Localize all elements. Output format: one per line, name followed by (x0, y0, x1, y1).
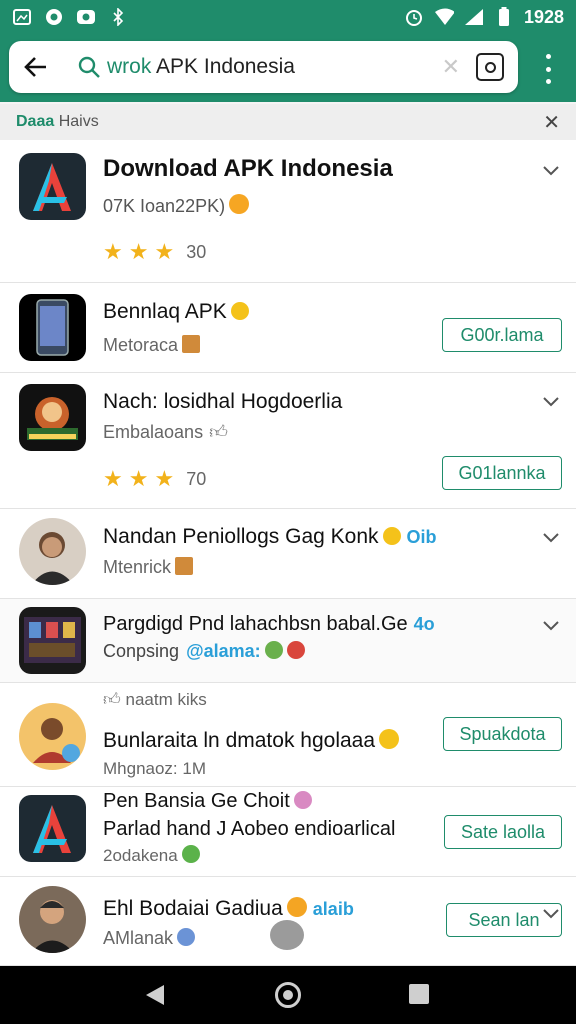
chevron-down-icon[interactable] (542, 162, 560, 180)
list-item[interactable]: Pargdigd Pnd lahachbsn babal.Ge 4o Conpsi… (0, 599, 576, 683)
app-icon (19, 703, 86, 770)
signal-icon (464, 8, 484, 26)
camera-notification-icon (76, 8, 96, 26)
emoji-icon (293, 791, 312, 809)
record-notification-icon (44, 8, 64, 26)
app-icon (19, 384, 86, 451)
battery-icon (494, 7, 514, 26)
nav-recents-icon[interactable] (409, 984, 429, 1004)
search-bar[interactable]: wrok APK Indonesia ✕ (9, 41, 518, 93)
emoji-icon (175, 557, 194, 575)
action-button[interactable]: G00r.lama (442, 318, 562, 352)
star-icon: ★ (128, 239, 149, 264)
clock: 1928 (523, 6, 564, 27)
nav-back-icon[interactable] (146, 985, 164, 1005)
list-item[interactable]: Download APK Indonesia 07K Ioan22PK) ★ ★ ★… (0, 140, 576, 283)
app-subtitle: Mhgnaoz: 1M (103, 759, 206, 778)
thumbs-up-icon: 👍︎ (209, 422, 228, 442)
floating-action-icon[interactable] (270, 920, 304, 950)
app-title-line2: Parlad hand J Aobeo endioarlical (103, 818, 396, 840)
chevron-down-icon[interactable] (542, 393, 560, 411)
app-subtitle: Mtenrick (103, 557, 194, 578)
star-icon: ★ (103, 466, 123, 491)
camera-search-icon[interactable] (476, 53, 504, 81)
close-filter-icon[interactable]: ✕ (543, 110, 560, 135)
app-subtitle: 07K Ioan22PK) (103, 194, 250, 217)
app-icon (19, 294, 86, 361)
nav-home-icon[interactable] (275, 982, 301, 1008)
list-item[interactable]: Pen Bansia Ge Choit Parlad hand J Aobeo … (0, 787, 576, 877)
above-label: 👍︎ naatm kiks (103, 690, 207, 709)
app-title: Pargdigd Pnd lahachbsn babal.Ge 4o (103, 613, 435, 635)
app-bar: wrok APK Indonesia ✕ (0, 34, 576, 102)
app-title: Bunlaraita ln dmatok hgolaaa (103, 729, 400, 753)
clear-search-icon[interactable]: ✕ (442, 54, 460, 80)
chevron-down-icon[interactable] (542, 905, 560, 923)
back-arrow-icon[interactable] (19, 50, 53, 84)
emoji-icon (181, 845, 200, 863)
emoji-icon (286, 897, 307, 917)
system-nav-bar (0, 966, 576, 1024)
bluetooth-icon (108, 8, 128, 26)
list-item[interactable]: Nandan Peniollogs Gag Konk Oib Mtenrick (0, 509, 576, 599)
status-bar: 1928 (0, 0, 576, 34)
star-icon: ★ (103, 239, 123, 264)
list-item[interactable]: Nach: losidhal Hogdoerlia Embalaoans 👍︎ ★… (0, 373, 576, 509)
app-icon (19, 607, 86, 674)
emoji-icon (229, 194, 250, 214)
search-query-prefix: wrok (107, 55, 152, 78)
list-item[interactable]: Ehl Bodaiai Gadiua alaib AMlanak Sean lan (0, 877, 576, 966)
rating-count: 30 (186, 241, 207, 262)
star-icon: ★ (128, 466, 149, 491)
wifi-icon (434, 8, 454, 26)
rating-count: 70 (186, 468, 207, 489)
emoji-icon (177, 928, 196, 946)
rating: ★ ★ ★ 30 (103, 241, 206, 263)
emoji-icon (286, 641, 305, 659)
app-title: Nach: losidhal Hogdoerlia (103, 390, 343, 413)
app-icon (19, 518, 86, 585)
action-button[interactable]: Spuakdota (443, 717, 562, 751)
search-query-rest: APK Indonesia (151, 55, 295, 78)
star-icon: ★ (154, 239, 175, 264)
thumbs-up-icon: 👍︎ (103, 690, 121, 709)
app-icon (19, 795, 86, 862)
app-subtitle: Embalaoans 👍︎ (103, 422, 228, 442)
action-button[interactable]: Sate laolla (444, 815, 562, 849)
emoji-icon (382, 527, 401, 545)
chevron-down-icon[interactable] (542, 617, 560, 635)
filter-label[interactable]: Daaa Haivs (16, 113, 99, 131)
app-subtitle: 2odakena (103, 845, 200, 866)
rating: ★ ★ ★ 70 (103, 468, 206, 490)
emoji-icon (182, 335, 201, 353)
app-title: Ehl Bodaiai Gadiua alaib (103, 897, 354, 920)
star-icon: ★ (154, 466, 175, 491)
search-input[interactable]: wrok APK Indonesia (107, 55, 442, 79)
app-title: Bennlaq APK (103, 300, 249, 324)
overflow-menu-icon[interactable] (540, 54, 556, 84)
emoji-icon (230, 302, 249, 320)
app-icon (19, 886, 86, 953)
app-title: Pen Bansia Ge Choit (103, 790, 312, 813)
alarm-icon (404, 8, 424, 26)
app-title: Nandan Peniollogs Gag Konk Oib (103, 525, 437, 548)
app-title: Download APK Indonesia (103, 155, 393, 182)
search-icon (77, 54, 103, 80)
emoji-icon (379, 729, 400, 749)
gallery-notification-icon (12, 8, 32, 26)
app-subtitle: Metoraca (103, 335, 201, 356)
emoji-icon (264, 641, 283, 659)
list-item[interactable]: Bennlaq APK Metoraca G00r.lama (0, 283, 576, 373)
action-button[interactable]: G01lannka (442, 456, 562, 490)
filter-bar: Daaa Haivs ✕ (0, 104, 576, 140)
chevron-down-icon[interactable] (542, 529, 560, 547)
app-icon (19, 153, 86, 220)
app-subtitle: Conpsing @alama: (103, 641, 305, 662)
app-subtitle: AMlanak (103, 928, 196, 949)
list-item[interactable]: 👍︎ naatm kiks Bunlaraita ln dmatok hgola… (0, 683, 576, 787)
